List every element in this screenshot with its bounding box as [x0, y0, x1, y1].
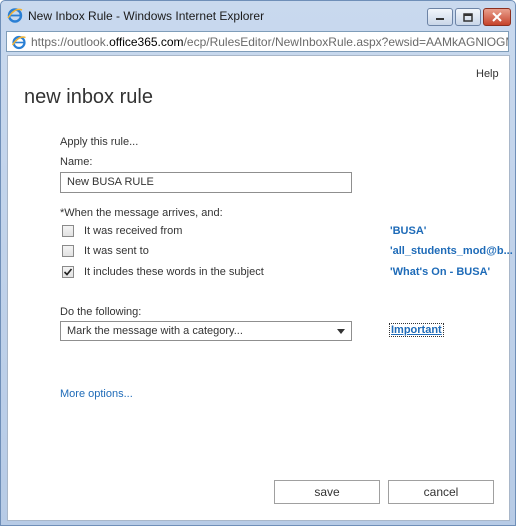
subject-words-label: It includes these words in the subject	[84, 266, 264, 278]
minimize-button[interactable]	[427, 8, 453, 26]
received-from-value-link[interactable]: 'BUSA'	[390, 225, 426, 237]
browser-window: New Inbox Rule - Windows Internet Explor…	[0, 0, 516, 526]
subject-words-value-link[interactable]: 'What's On - BUSA'	[390, 266, 490, 278]
url-prefix: outlook.	[67, 35, 110, 49]
maximize-button[interactable]	[455, 8, 481, 26]
address-bar[interactable]: https://outlook.office365.com/ecp/RulesE…	[6, 31, 509, 52]
subject-words-checkbox[interactable]	[62, 266, 74, 278]
window-title: New Inbox Rule - Windows Internet Explor…	[28, 9, 265, 23]
received-from-checkbox[interactable]	[62, 225, 74, 237]
sent-to-label: It was sent to	[84, 245, 149, 257]
dropdown-arrow-icon	[337, 329, 345, 334]
conditions-label: *When the message arrives, and:	[60, 207, 223, 219]
sent-to-checkbox[interactable]	[62, 245, 74, 257]
received-from-label: It was received from	[84, 225, 183, 237]
action-select[interactable]: Mark the message with a category...	[60, 321, 352, 341]
page-title: new inbox rule	[24, 86, 153, 109]
name-label: Name:	[60, 156, 93, 168]
cancel-button[interactable]: cancel	[388, 480, 494, 504]
more-options-link[interactable]: More options...	[60, 388, 133, 400]
dialog-content: Help new inbox rule Apply this rule... N…	[7, 55, 513, 521]
page-icon	[11, 35, 26, 50]
category-link[interactable]: Important	[389, 323, 444, 337]
checkmark-icon	[63, 268, 73, 276]
internet-explorer-icon	[7, 8, 23, 23]
close-icon	[492, 12, 502, 22]
save-button[interactable]: save	[274, 480, 380, 504]
url-host: office365.com	[109, 35, 184, 49]
do-following-label: Do the following:	[60, 306, 142, 318]
help-link[interactable]: Help	[476, 68, 499, 80]
url-protocol: https://	[31, 35, 68, 49]
title-bar: New Inbox Rule - Windows Internet Explor…	[1, 1, 515, 31]
close-button[interactable]	[483, 8, 511, 26]
url-text: https://outlook.office365.com/ecp/RulesE…	[31, 35, 509, 49]
sent-to-value-link[interactable]: 'all_students_mod@b...	[390, 245, 513, 257]
minimize-icon	[436, 18, 444, 20]
action-select-value: Mark the message with a category...	[67, 325, 243, 337]
maximize-icon	[463, 12, 473, 22]
apply-rule-label: Apply this rule...	[60, 136, 139, 148]
rule-name-input[interactable]: New BUSA RULE	[60, 172, 352, 193]
url-path: /ecp/RulesEditor/NewInboxRule.aspx?ewsid…	[183, 35, 509, 49]
